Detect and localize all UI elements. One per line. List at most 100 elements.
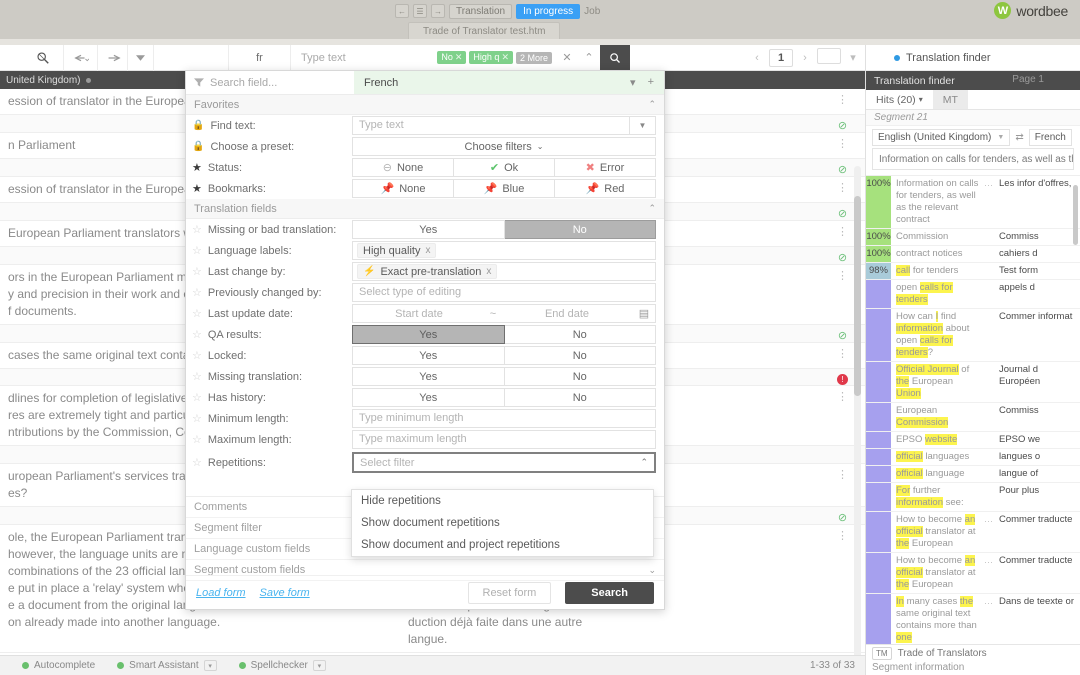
list-item[interactable]: 98% call for tenders Test form [866, 263, 1080, 280]
maximum-length-input[interactable]: Type maximum length [352, 430, 656, 449]
star-outline-icon[interactable]: ☆ [192, 433, 202, 446]
list-item[interactable]: How to become an official translator at … [866, 553, 1080, 594]
search-field-input[interactable]: Search field... [186, 71, 354, 94]
bookmark-option-red[interactable]: 📌 Red [555, 179, 656, 198]
tag-chip[interactable]: ⚡ Exact pre-translation x [357, 264, 498, 279]
dropdown-option-hide-repetitions[interactable]: Hide repetitions [352, 490, 653, 512]
reset-form-button[interactable]: Reset form [467, 581, 552, 604]
language-labels-input[interactable]: High quality x [352, 241, 656, 260]
load-form-link[interactable]: Load form [196, 587, 246, 599]
list-item[interactable]: open calls for tenders appels d [866, 280, 1080, 309]
star-outline-icon[interactable]: ☆ [192, 391, 202, 404]
list-item[interactable]: official languages langues o [866, 449, 1080, 466]
star-outline-icon[interactable]: ☆ [192, 223, 202, 236]
no-option[interactable]: No [504, 220, 656, 239]
page-current[interactable]: 1 [769, 48, 793, 67]
date-range-picker[interactable]: Start date ~ End date ▤ [352, 304, 656, 323]
no-option[interactable]: No [504, 346, 656, 365]
list-item[interactable]: How to become an official translator at … [866, 512, 1080, 553]
bookmark-option-none[interactable]: 📌 None [352, 179, 454, 198]
yes-option[interactable]: Yes [352, 346, 505, 365]
star-outline-icon[interactable]: ☆ [192, 456, 202, 469]
chevron-down-icon[interactable]: ⌄ [648, 565, 656, 576]
star-icon[interactable]: ★ [192, 182, 202, 195]
finder-query-input[interactable]: Information on calls for tenders, as wel… [872, 148, 1074, 170]
clear-filters-button[interactable]: ✕ [556, 51, 578, 64]
star-outline-icon[interactable]: ☆ [192, 328, 202, 341]
last-change-by-input[interactable]: ⚡ Exact pre-translation x [352, 262, 656, 281]
filter-icon[interactable]: ▾ [841, 51, 865, 64]
panel-tab-translation-finder[interactable]: Translation finder [866, 45, 1080, 71]
list-item[interactable]: In many cases the same original text con… [866, 594, 1080, 647]
list-item[interactable]: 100% contract notices cahiers d [866, 246, 1080, 263]
dropdown-option-show-document-and-project-repetitions[interactable]: Show document and project repetitions [352, 534, 653, 556]
job-label[interactable]: Job [584, 6, 600, 17]
find-replace-icon[interactable] [22, 44, 64, 71]
segment-information-row[interactable]: Segment information [866, 662, 1080, 675]
filter-chip-1[interactable]: High q ✕ [469, 51, 513, 64]
page-prev-button[interactable]: ‹ [745, 52, 769, 64]
add-language-icon[interactable]: + [648, 76, 654, 89]
calendar-icon[interactable]: ▤ [633, 307, 655, 320]
chevron-up-icon[interactable]: ⌃ [648, 203, 656, 214]
no-option[interactable]: No [504, 388, 656, 407]
list-item[interactable]: 100% Commission Commiss [866, 229, 1080, 246]
status-item-smart-assistant[interactable]: Smart Assistant ▾ [117, 660, 217, 671]
chevron-up-icon[interactable]: ⌃ [640, 457, 648, 468]
status-option-error[interactable]: ✖ Error [555, 158, 656, 177]
star-outline-icon[interactable]: ☆ [192, 286, 202, 299]
list-item[interactable]: official language langue of [866, 466, 1080, 483]
remove-tag-icon[interactable]: x [486, 266, 491, 277]
language-selector[interactable]: French ▾ + [354, 71, 664, 94]
list-item[interactable]: 100% Information on calls for tenders, as… [866, 176, 1080, 229]
tab-mt[interactable]: MT [932, 90, 968, 109]
minimum-length-input[interactable]: Type minimum length [352, 409, 656, 428]
list-item[interactable]: For further information see: Pour plus [866, 483, 1080, 512]
list-item[interactable]: How can I find information about open ca… [866, 309, 1080, 362]
yes-option[interactable]: Yes [352, 388, 505, 407]
yes-option[interactable]: Yes [352, 367, 505, 386]
list-item[interactable]: Official Journal of the European Union Jo… [866, 362, 1080, 403]
toolbar-language-code[interactable]: fr [229, 44, 291, 71]
tag-chip[interactable]: High quality x [357, 243, 437, 258]
previously-changed-by-input[interactable]: Select type of editing [352, 283, 656, 302]
row-menu-icon[interactable]: ⋮ [820, 133, 865, 158]
page-next-button[interactable]: › [793, 52, 817, 64]
save-form-link[interactable]: Save form [260, 587, 310, 599]
chevron-up-icon[interactable]: ⌃ [648, 99, 656, 110]
search-button[interactable]: Search [565, 581, 654, 604]
find-text-input[interactable]: Type text [352, 116, 630, 135]
status-option-ok[interactable]: ✔ Ok [454, 158, 555, 177]
status-item-spellchecker[interactable]: Spellchecker ▾ [238, 660, 326, 671]
no-option[interactable]: No [504, 367, 656, 386]
undo-icon[interactable] [64, 44, 98, 71]
yes-option[interactable]: Yes [352, 220, 505, 239]
filter-chip-0[interactable]: No ✕ [437, 51, 467, 64]
star-outline-icon[interactable]: ☆ [192, 412, 202, 425]
redo-icon[interactable] [98, 44, 128, 71]
collapse-search-button[interactable]: ⌃ [578, 51, 600, 64]
status-badge[interactable]: In progress [516, 3, 581, 19]
star-outline-icon[interactable]: ☆ [192, 244, 202, 257]
chevron-down-icon[interactable]: ▾ [203, 660, 217, 671]
star-outline-icon[interactable]: ☆ [192, 370, 202, 383]
choose-filters-button[interactable]: Choose filters ⌄ [352, 137, 656, 156]
yes-option[interactable]: Yes [352, 325, 505, 344]
status-item-autocomplete[interactable]: Autocomplete [22, 660, 95, 671]
list-item[interactable]: European Commission Commiss [866, 403, 1080, 432]
grid-scrollbar[interactable] [854, 166, 861, 655]
chevron-down-icon[interactable]: ▼ [997, 134, 1004, 141]
filter-chip-more[interactable]: 2 More [515, 51, 552, 64]
document-tab[interactable]: Trade of Translator test.htm [408, 22, 561, 39]
finder-scrollbar[interactable] [1073, 185, 1078, 565]
dropdown-option-show-document-repetitions[interactable]: Show document repetitions [352, 512, 653, 534]
row-menu-icon[interactable]: ⋮ [820, 89, 865, 114]
chevron-down-icon[interactable] [128, 44, 154, 71]
star-icon[interactable]: ★ [192, 161, 202, 174]
chevron-down-icon[interactable]: ▼ [630, 116, 656, 135]
menu-icon[interactable]: ☰ [413, 4, 427, 18]
breadcrumb-translation[interactable]: Translation [449, 3, 513, 19]
bookmark-option-blue[interactable]: 📌 Blue [454, 179, 555, 198]
search-input[interactable]: Type text [291, 52, 437, 64]
tab-hits[interactable]: Hits (20) ▾ [866, 90, 933, 109]
